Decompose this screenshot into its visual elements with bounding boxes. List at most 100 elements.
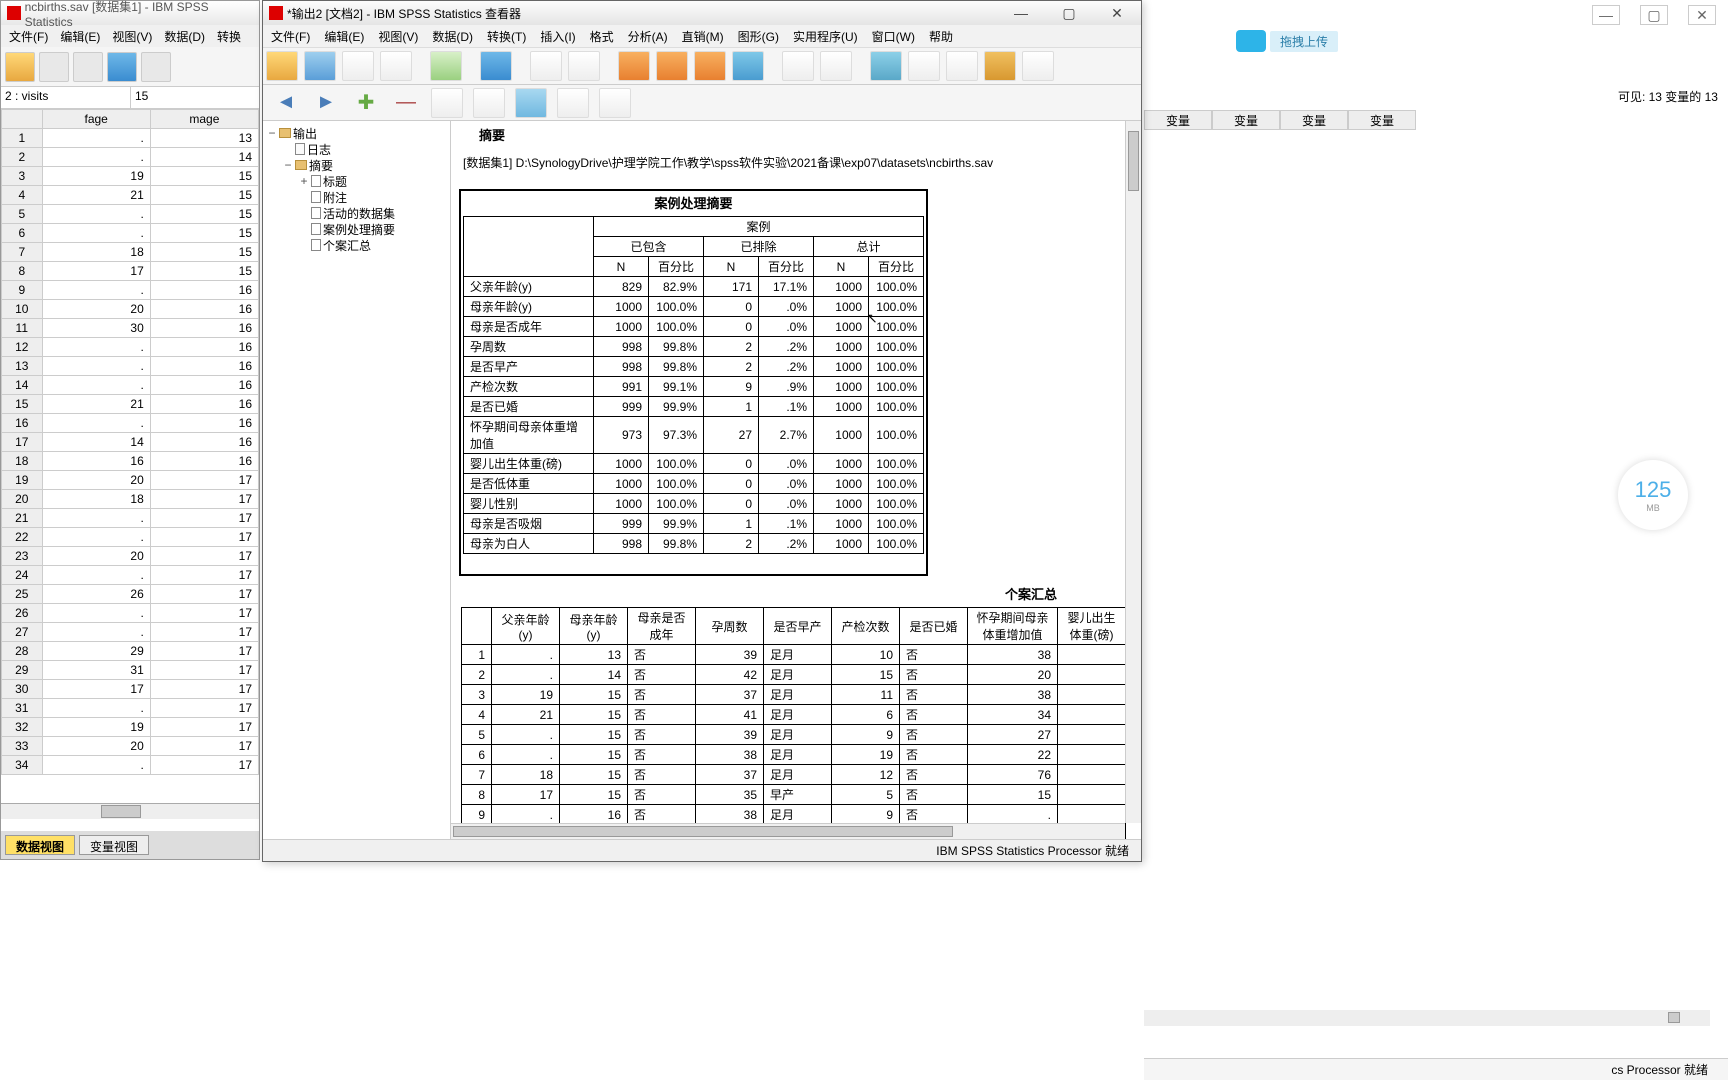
scroll-thumb[interactable] [453,826,953,837]
insert-text-icon[interactable] [515,88,547,118]
scroll-thumb[interactable] [101,805,141,818]
save-icon[interactable] [39,52,69,82]
viewer-hscroll[interactable] [451,823,1125,839]
col-var[interactable]: 变量 [1348,110,1416,130]
viewer-title: *输出2 [文档2] - IBM SPSS Statistics 查看器 [287,5,521,22]
recall-icon[interactable] [480,51,512,81]
case-summary-table[interactable]: 父亲年龄(y)母亲年龄(y)母亲是否成年孕周数是否早产产检次数是否已婚怀孕期间母… [461,607,1126,839]
menu-insert[interactable]: 插入(I) [540,28,575,45]
select-cases-icon[interactable] [732,51,764,81]
chart-icon[interactable] [1022,51,1054,81]
save-icon[interactable] [304,51,336,81]
menu-window[interactable]: 窗口(W) [872,28,915,45]
menu-analyze[interactable]: 分析(A) [628,28,668,45]
scroll-thumb[interactable] [1668,1012,1680,1023]
viewer-titlebar[interactable]: *输出2 [文档2] - IBM SPSS Statistics 查看器 — ▢… [263,1,1141,25]
minimize-icon[interactable]: — [1003,3,1039,23]
scroll-thumb[interactable] [1128,131,1139,191]
menu-data[interactable]: 数据(D) [432,28,473,45]
bg-window-buttons: — ▢ ✕ [1488,0,1728,30]
tree-case-processing[interactable]: 案例处理摘要 [299,221,446,237]
right-hscroll[interactable] [1144,1010,1710,1026]
menu-file[interactable]: 文件(F) [271,28,310,45]
data-hscroll[interactable] [1,803,259,819]
data-editor-window: ncbirths.sav [数据集1] - IBM SPSS Statistic… [0,0,260,860]
menu-data[interactable]: 数据(D) [164,28,205,45]
back-icon[interactable]: ◄ [271,89,301,117]
col-var[interactable]: 变量 [1212,110,1280,130]
menu-graphs[interactable]: 图形(G) [738,28,779,45]
upload-label: 拖拽上传 [1270,31,1338,52]
goto-data-icon[interactable] [618,51,650,81]
col-var[interactable]: 变量 [1144,110,1212,130]
menu-file[interactable]: 文件(F) [9,28,48,45]
menu-transform[interactable]: 转换(T) [487,28,526,45]
variables-icon[interactable] [694,51,726,81]
viewer-status-text: IBM SPSS Statistics Processor 就绪 [936,842,1129,859]
tree-log[interactable]: 日志 [283,141,446,157]
viewer-menubar[interactable]: 文件(F) 编辑(E) 视图(V) 数据(D) 转换(T) 插入(I) 格式 分… [263,25,1141,47]
open-icon[interactable] [5,52,35,82]
case-processing-table[interactable]: 案例已包含已排除总计N百分比N百分比N百分比父亲年龄(y)82982.9%171… [463,216,924,554]
menu-direct[interactable]: 直销(M) [682,28,724,45]
outline-pane[interactable]: −输出 日志 −摘要 +标题 附注 活动的数据集 案例处理摘要 个案汇总 [263,121,451,839]
run-icon[interactable] [908,51,940,81]
tree-title[interactable]: +标题 [299,173,446,189]
memory-badge[interactable]: 125 MB [1618,460,1688,530]
collapse-icon[interactable]: — [391,89,421,117]
undo-icon[interactable] [141,52,171,82]
memory-number: 125 [1635,477,1672,503]
promote-icon[interactable] [599,88,631,118]
menu-edit[interactable]: 编辑(E) [324,28,364,45]
close-icon[interactable]: ✕ [1099,3,1135,23]
export-icon[interactable] [430,51,462,81]
data-grid[interactable]: fagemage1.132.1431915421155.156.15718158… [1,109,259,819]
tree-case-summary[interactable]: 个案汇总 [299,237,446,253]
selected-pivot-frame[interactable]: 案例处理摘要 案例已包含已排除总计N百分比N百分比N百分比父亲年龄(y)8298… [459,189,928,576]
hide-icon[interactable] [473,88,505,118]
col-var[interactable]: 变量 [1280,110,1348,130]
viewer-vscroll[interactable] [1125,121,1141,823]
bg-status-text: cs Processor 就绪 [1611,1061,1708,1078]
recall-icon[interactable] [107,52,137,82]
bg-maximize-icon[interactable]: ▢ [1640,5,1668,25]
open-icon[interactable] [266,51,298,81]
insert-heading-icon[interactable] [782,51,814,81]
tree-active-dataset[interactable]: 活动的数据集 [299,205,446,221]
preview-icon[interactable] [380,51,412,81]
menu-utilities[interactable]: 实用程序(U) [793,28,858,45]
bg-minimize-icon[interactable]: — [1592,5,1620,25]
undo-icon[interactable] [530,51,562,81]
menu-view[interactable]: 视图(V) [378,28,418,45]
cell-name[interactable]: 2 : visits [1,87,131,108]
goto-case-icon[interactable] [656,51,688,81]
tab-data-view[interactable]: 数据视图 [5,835,75,855]
tree-notes[interactable]: 附注 [299,189,446,205]
menu-format[interactable]: 格式 [590,28,614,45]
insert-new-icon[interactable] [557,88,589,118]
menu-help[interactable]: 帮助 [929,28,953,45]
tab-var-view[interactable]: 变量视图 [79,835,149,855]
menu-edit[interactable]: 编辑(E) [60,28,100,45]
print-icon[interactable] [73,52,103,82]
cell-value[interactable]: 15 [131,87,259,108]
expand-icon[interactable]: ✚ [351,89,381,117]
redo-icon[interactable] [568,51,600,81]
output-content[interactable]: 摘要 [数据集1] D:\SynologyDrive\护理学院工作\教学\sps… [451,121,1141,839]
tree-summary[interactable]: −摘要 [283,157,446,173]
data-menubar[interactable]: 文件(F) 编辑(E) 视图(V) 数据(D) 转换 [1,25,259,47]
upload-widget[interactable]: 拖拽上传 [1236,30,1338,52]
designate-icon[interactable] [870,51,902,81]
maximize-icon[interactable]: ▢ [1051,3,1087,23]
visible-vars-label: 可见: 13 变量的 13 [1618,88,1718,105]
menu-transform[interactable]: 转换 [217,28,241,45]
weight-icon[interactable] [984,51,1016,81]
tree-root[interactable]: −输出 [267,125,446,141]
menu-view[interactable]: 视图(V) [112,28,152,45]
bg-close-icon[interactable]: ✕ [1688,5,1716,25]
print-icon[interactable] [342,51,374,81]
show-icon[interactable] [431,88,463,118]
script-icon[interactable] [946,51,978,81]
insert-title-icon[interactable] [820,51,852,81]
forward-icon[interactable]: ► [311,89,341,117]
